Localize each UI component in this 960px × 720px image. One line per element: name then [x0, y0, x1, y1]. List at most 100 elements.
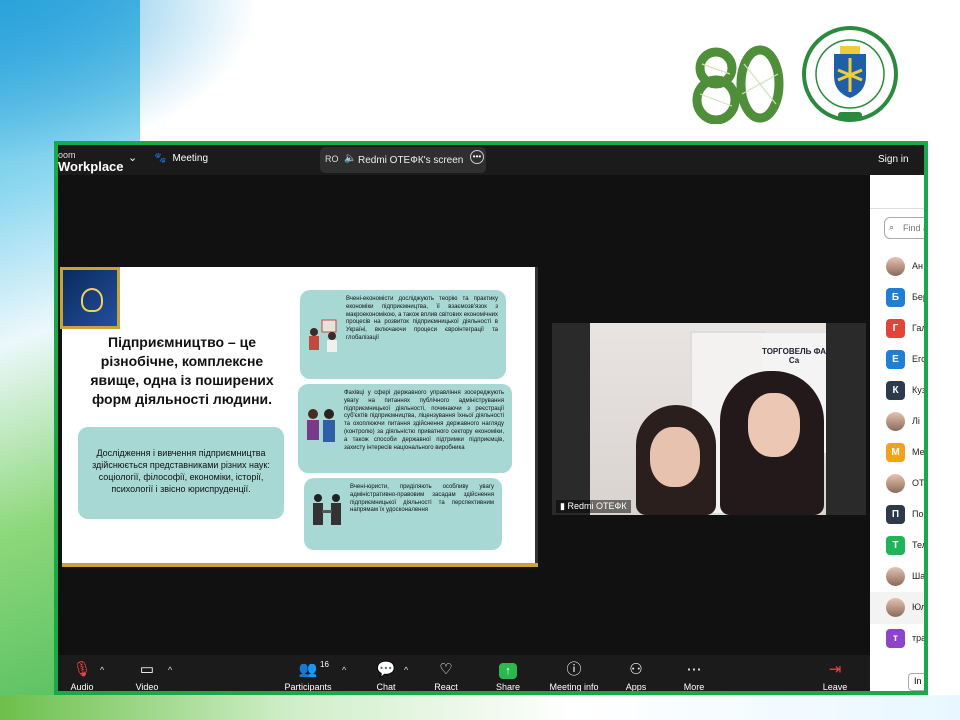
participant-avatar: П	[886, 505, 905, 524]
participant-row[interactable]: Г Гал	[870, 313, 927, 345]
participant-row[interactable]: т тра	[870, 623, 927, 655]
participants-count: 16	[320, 660, 329, 669]
meeting-menu[interactable]: 🐾 Meeting	[154, 153, 208, 164]
slide-card-economists: Вчені-економісти досліджують теорію та п…	[300, 290, 506, 379]
participant-row[interactable]: Лі	[870, 406, 924, 438]
more-label: More	[683, 682, 705, 692]
participant-name: Бер	[912, 292, 928, 302]
audio-button[interactable]: 🎙 Audio	[66, 655, 98, 691]
video-feed: ТОРГОВЕЛЬ ФА Са	[590, 323, 826, 515]
participant-avatar: М	[886, 443, 905, 462]
share-label: Share	[495, 682, 521, 692]
video-caret-icon[interactable]: ^	[168, 665, 172, 675]
participant-name: Юл	[912, 602, 926, 612]
meeting-info-label: Meeting info	[549, 682, 599, 692]
share-label: Redmi ОТЕФК's screen	[358, 155, 464, 166]
person-right-face	[748, 393, 800, 457]
video-name-label: ▮ Redmi ОТЕФК	[556, 500, 631, 513]
participant-name: Гал	[912, 323, 927, 333]
slide-title: Підприємництво – це різнобічне, комплекс…	[90, 334, 274, 407]
participant-name: По	[912, 509, 924, 519]
video-name-text: Redmi ОТЕФК	[567, 501, 627, 511]
more-options-icon[interactable]: •••	[470, 150, 484, 164]
zoom-workplace-logo: oom Workplace	[58, 150, 124, 174]
react-button[interactable]: ♡ React	[428, 655, 464, 691]
participant-avatar	[886, 567, 905, 586]
participants-caret-icon[interactable]: ^	[342, 665, 346, 675]
slide-emblem-image	[60, 267, 120, 329]
apps-icon: ⚇	[629, 661, 643, 678]
chat-button[interactable]: 💬 Chat	[370, 655, 402, 691]
handshake-illustration-icon	[313, 494, 341, 525]
meeting-label: Meeting	[172, 153, 209, 164]
meeting-info-button[interactable]: ⓘ Meeting info	[546, 655, 602, 692]
sign-in-link[interactable]: Sign in	[878, 154, 909, 165]
participant-row[interactable]: П По	[870, 499, 924, 531]
title-bar: oom Workplace ⌄ 🐾 Meeting RO 🔈 Redmi ОТЕФ…	[58, 145, 924, 175]
participant-row[interactable]: Е Его	[870, 344, 924, 376]
more-button[interactable]: ⋯ More	[678, 655, 710, 692]
microphone-muted-icon: 🎙	[72, 661, 92, 678]
audio-caret-icon[interactable]: ^	[100, 665, 104, 675]
zoom-window: oom Workplace ⌄ 🐾 Meeting RO 🔈 Redmi ОТЕФ…	[54, 141, 928, 695]
screen-share-indicator[interactable]: RO 🔈 Redmi ОТЕФК's screen •••	[320, 147, 486, 173]
card-economists-text: Вчені-економісти досліджують теорію та п…	[346, 296, 498, 341]
participant-avatar	[886, 474, 905, 493]
participant-name: ОТ	[912, 478, 925, 488]
panel-header	[870, 175, 924, 209]
participants-panel: ⌕ Find a Ан Б Бер Г Гал Е Его К Куз Лі М Ме ОТ П По Т Те…	[870, 175, 928, 691]
participant-video-tile[interactable]: ТОРГОВЕЛЬ ФА Са ▮ Redmi ОТЕФК	[552, 323, 866, 515]
participant-row[interactable]: Б Бер	[870, 282, 928, 314]
video-camera-icon: ▭	[139, 661, 155, 678]
video-button[interactable]: ▭ Video	[130, 655, 164, 692]
info-icon: ⓘ	[566, 661, 582, 678]
participant-row[interactable]: М Ме	[870, 437, 924, 469]
participant-row[interactable]: Ан	[870, 251, 924, 283]
signal-bars-icon: ▮	[560, 501, 565, 511]
meeting-toolbar: 🎙 Audio ^ ▭ Video ^ 👥 Participants 16 ^ …	[58, 655, 870, 692]
participant-search-input[interactable]: ⌕ Find a	[884, 217, 924, 239]
participant-name: Ша	[912, 571, 926, 581]
two-people-illustration-icon	[307, 409, 335, 442]
apps-label: Apps	[625, 682, 647, 692]
background-gradient-top	[0, 0, 260, 160]
participant-avatar	[886, 598, 905, 617]
person-left-face	[650, 427, 700, 487]
college-seal-logo	[802, 26, 898, 122]
chat-caret-icon[interactable]: ^	[404, 665, 408, 675]
participant-row[interactable]: К Куз	[870, 375, 926, 407]
leave-label: Leave	[822, 682, 848, 692]
participant-name: Куз	[912, 385, 926, 395]
chat-icon: 💬	[376, 661, 396, 678]
chevron-down-icon[interactable]: ⌄	[128, 151, 137, 164]
heart-icon: ♡	[439, 661, 453, 678]
invite-label: In	[914, 676, 922, 686]
search-icon: ⌕	[889, 222, 895, 232]
people-illustration-icon	[309, 319, 337, 352]
participant-row[interactable]: Т Тел	[870, 530, 927, 562]
apps-button[interactable]: ⚇ Apps	[620, 655, 652, 692]
slide-card-lawyers: Вчені-юристи, приділяють особливу увагу …	[304, 478, 502, 550]
participant-name: Тел	[912, 540, 927, 550]
participant-avatar: Г	[886, 319, 905, 338]
share-button[interactable]: ↑ Share	[490, 655, 526, 692]
participants-label: Participants	[284, 682, 332, 692]
participant-name: тра	[912, 633, 927, 643]
participant-name: Ан	[912, 261, 923, 271]
slide-card-public-admin: Фахівці у сфері державного управління зо…	[298, 384, 512, 473]
participant-row[interactable]: Юл	[870, 592, 926, 624]
participant-avatar: т	[886, 629, 905, 648]
share-screen-icon: ↑	[490, 659, 526, 681]
participant-row[interactable]: ОТ	[870, 468, 925, 500]
participant-avatar: К	[886, 381, 905, 400]
participant-avatar	[886, 257, 905, 276]
invite-button[interactable]: In	[908, 673, 924, 691]
brand-name: Workplace	[58, 159, 124, 174]
video-label: Video	[135, 682, 159, 692]
anniversary-80-logo	[692, 45, 784, 124]
participant-avatar: Т	[886, 536, 905, 555]
participant-avatar	[886, 412, 905, 431]
participant-row[interactable]: Ша	[870, 561, 926, 593]
leave-button[interactable]: ⇥ Leave	[818, 655, 852, 692]
background-gradient-bottom	[0, 695, 960, 720]
